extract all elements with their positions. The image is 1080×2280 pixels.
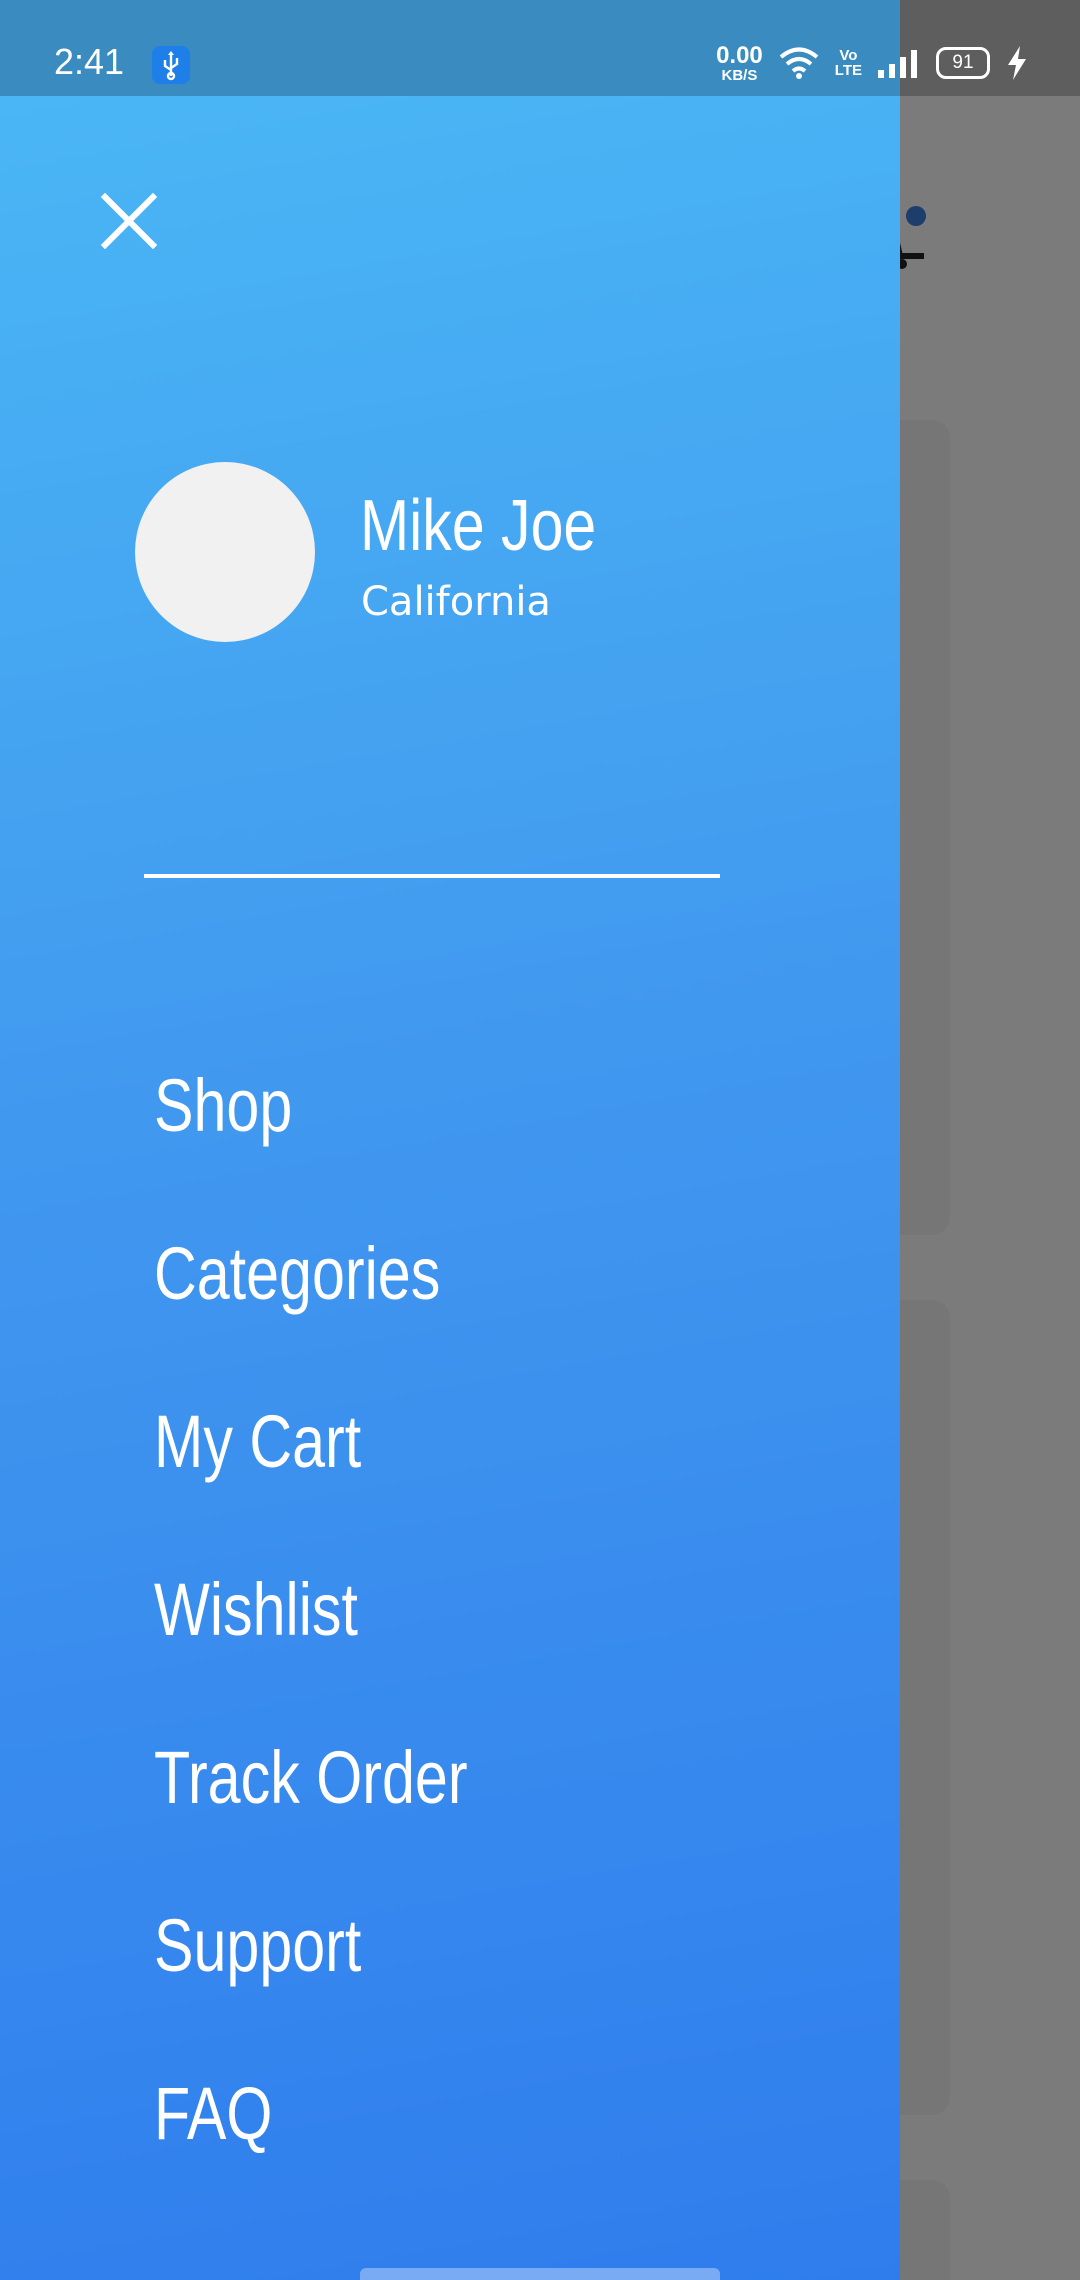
user-location: California	[361, 579, 551, 625]
navigation-drawer: Mike Joe California Shop Categories My C…	[0, 96, 900, 2280]
menu-item-label: Track Order	[154, 1736, 468, 1819]
menu-item-label: FAQ	[154, 2072, 273, 2155]
divider	[144, 874, 720, 878]
charging-icon	[1008, 46, 1026, 80]
battery-icon: 91	[936, 47, 990, 79]
volte-bottom: LTE	[834, 62, 862, 79]
battery-level: 91	[952, 52, 974, 73]
menu-item-label: My Cart	[154, 1400, 362, 1483]
network-speed-value: 0.00	[716, 41, 763, 69]
avatar[interactable]	[135, 462, 315, 642]
status-bar: 2:41 0.00 KB/S Vo LTE 91	[0, 0, 1080, 96]
wifi-icon	[779, 47, 819, 79]
menu-item-label: Categories	[154, 1232, 441, 1315]
signal-icon	[878, 50, 917, 78]
bottom-handle	[360, 2268, 720, 2280]
volte-indicator: Vo LTE	[835, 48, 862, 78]
menu-item-label: Support	[154, 1904, 362, 1987]
status-time: 2:41	[54, 41, 125, 82]
user-name: Mike Joe	[360, 486, 597, 566]
menu-item-faq[interactable]: FAQ	[154, 2072, 546, 2262]
volte-top: Vo	[839, 47, 858, 64]
close-button[interactable]	[92, 184, 166, 258]
close-icon	[101, 193, 157, 249]
screen: 2:41 0.00 KB/S Vo LTE 91 Mike Joe Califo…	[0, 0, 1080, 2280]
network-speed: 0.00 KB/S	[716, 41, 763, 84]
network-speed-unit: KB/S	[721, 66, 758, 84]
status-icons: 0.00 KB/S Vo LTE 91	[716, 40, 1028, 86]
usb-icon	[152, 46, 190, 84]
menu-item-label: Wishlist	[154, 1568, 358, 1651]
menu-item-label: Shop	[154, 1064, 293, 1147]
drawer-menu: Shop Categories My Cart Wishlist Track O…	[154, 1064, 546, 2262]
